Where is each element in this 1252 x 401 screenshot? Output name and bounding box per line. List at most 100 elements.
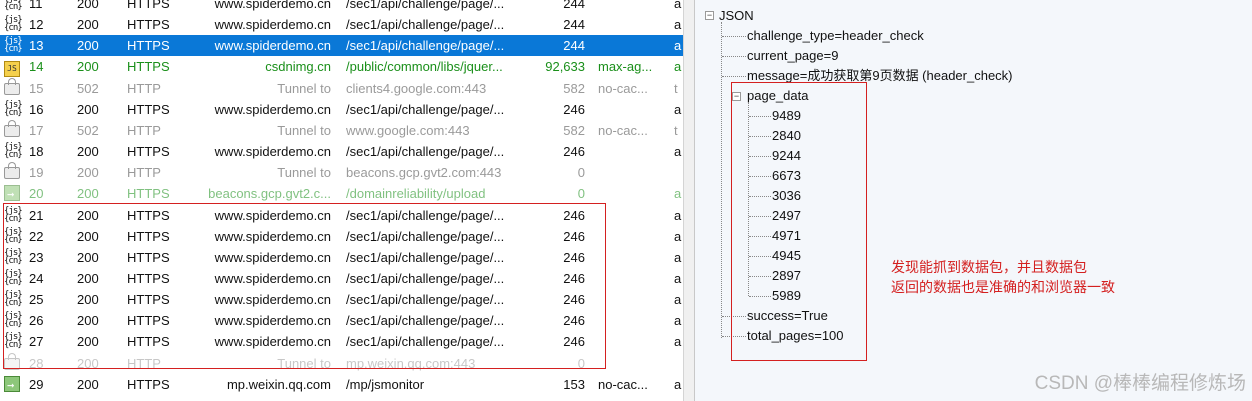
page-data-item[interactable]: 9489	[772, 106, 801, 126]
session-result: 200	[77, 313, 99, 329]
page-data-item[interactable]: 5989	[772, 286, 801, 306]
json-icon: {js}{cn}	[4, 268, 22, 287]
collapse-page-data-icon[interactable]: −	[732, 92, 741, 101]
session-host: www.spiderdemo.cn	[214, 207, 331, 223]
session-row[interactable]: {js} {cn} 16 200 HTTPS www.spiderdemo.cn/sec1…	[0, 99, 683, 120]
pane-splitter[interactable]	[683, 0, 695, 401]
session-host: www.spiderdemo.cn	[214, 249, 331, 265]
session-caching	[598, 183, 666, 204]
session-host: www.spiderdemo.cn	[214, 334, 331, 350]
session-content-type: a	[674, 0, 682, 11]
session-number: 22	[29, 228, 44, 244]
session-body-size: 244	[563, 38, 585, 54]
session-row[interactable]: {js} {cn} 23 200 HTTPS www.spiderdemo.cn/sec1…	[0, 247, 683, 268]
session-row[interactable]: {js} {cn} 25 200 HTTPS www.spiderdemo.cn/sec1…	[0, 289, 683, 310]
session-body-size: 246	[563, 228, 585, 244]
session-row[interactable]: {js} {cn} 18 200 HTTPS www.spiderdemo.cn/sec1…	[0, 141, 683, 162]
json-root-node[interactable]: JSON	[719, 6, 754, 26]
session-result: 200	[77, 59, 99, 75]
session-content-type	[674, 162, 683, 183]
page-data-item[interactable]: 6673	[772, 166, 801, 186]
session-list[interactable]: {js}{cn} 11 200 HTTPS www.spiderdemo.cn/sec1…	[0, 0, 683, 401]
session-body-size: 246	[563, 292, 585, 308]
session-caching	[598, 99, 666, 120]
session-caching	[598, 310, 666, 331]
session-body-size: 153	[563, 376, 585, 392]
session-row[interactable]: 28 200 HTTP Tunnel to mp.weixin.qq.com:443 0	[0, 352, 683, 374]
session-row[interactable]: 19 200 HTTP Tunnel to beacons.gcp.gvt2.com:4…	[0, 162, 683, 183]
session-body-size: 246	[563, 207, 585, 223]
session-result: 200	[77, 249, 99, 265]
session-protocol: HTTP	[127, 355, 161, 371]
collapse-json-icon[interactable]: −	[705, 11, 714, 20]
session-protocol: HTTPS	[127, 144, 170, 160]
annotation-note: 发现能抓到数据包，并且数据包 返回的数据也是准确的和浏览器一致	[891, 258, 1211, 298]
success-node[interactable]: success=True	[747, 306, 828, 326]
session-url: /mp/jsmonitor	[346, 376, 425, 392]
session-row[interactable]: 29 200 HTTPS mp.weixin.qq.com/mp/jsmonitor 1…	[0, 374, 683, 395]
session-row[interactable]: {js}{cn} 11 200 HTTPS www.spiderdemo.cn/sec1…	[0, 0, 683, 14]
session-url: /sec1/api/challenge/page/...	[346, 207, 505, 223]
page-data-item[interactable]: 9244	[772, 146, 801, 166]
session-number: 18	[29, 144, 44, 160]
page-data-item[interactable]: 2497	[772, 206, 801, 226]
json-icon: {js}{cn}	[4, 15, 22, 34]
session-host: beacons.gcp.gvt2.c...	[208, 186, 331, 202]
session-result: 200	[77, 355, 99, 371]
session-row[interactable]: {js} {cn} 12 200 HTTPS www.spiderdemo.cn/sec1…	[0, 14, 683, 35]
session-url: /sec1/api/challenge/page/...	[346, 249, 505, 265]
json-icon: {js}{cn}	[4, 142, 22, 161]
session-number: 16	[29, 101, 44, 117]
session-caching: max-ag...	[598, 59, 653, 75]
session-row[interactable]: {js} {cn} 24 200 HTTPS www.spiderdemo.cn/sec1…	[0, 268, 683, 289]
json-icon: {js}{cn}	[4, 332, 22, 351]
page-data-item[interactable]: 4945	[772, 246, 801, 266]
session-protocol: HTTPS	[127, 292, 170, 308]
session-row[interactable]: {js} {cn} 21 200 HTTPS www.spiderdemo.cn/sec1…	[0, 205, 683, 226]
session-content-type: a	[674, 249, 682, 265]
lock-icon	[4, 119, 20, 137]
page-data-item[interactable]: 3036	[772, 186, 801, 206]
session-protocol: HTTPS	[127, 38, 170, 54]
json-tree: − JSON challenge_type=header_check curre…	[695, 0, 1252, 401]
json-inspector-panel: − JSON challenge_type=header_check curre…	[695, 0, 1252, 401]
session-url: /sec1/api/challenge/page/...	[346, 270, 505, 286]
session-row[interactable]: JS 14 200 HTTPS csdnimg.cn/public/common/lib…	[0, 56, 683, 78]
session-host: www.spiderdemo.cn	[214, 101, 331, 117]
session-protocol: HTTPS	[127, 207, 170, 223]
arrow-icon	[4, 375, 20, 395]
session-content-type: a	[674, 207, 682, 223]
session-caching: no-cac...	[598, 80, 648, 96]
lock-icon	[4, 77, 20, 95]
session-row[interactable]: 15 502 HTTP Tunnel to clients4.google.com:44…	[0, 77, 683, 99]
annotation-line-1: 发现能抓到数据包，并且数据包	[891, 260, 1087, 276]
session-result: 200	[77, 334, 99, 350]
session-row[interactable]: 20 200 HTTPS beacons.gcp.gvt2.c... /domainre…	[0, 183, 683, 204]
challenge-type-node[interactable]: challenge_type=header_check	[747, 26, 924, 46]
session-result: 200	[77, 186, 99, 202]
session-row[interactable]: {js} {cn} 22 200 HTTPS www.spiderdemo.cn/sec1…	[0, 226, 683, 247]
session-row[interactable]: 17 502 HTTP Tunnel to www.google.com:443 582 n…	[0, 119, 683, 141]
session-host: Tunnel to	[277, 355, 331, 371]
session-result: 200	[77, 292, 99, 308]
page-data-item[interactable]: 2897	[772, 266, 801, 286]
session-row[interactable]: {js} {cn} 27 200 HTTPS www.spiderdemo.cn/sec1…	[0, 331, 683, 352]
current-page-node[interactable]: current_page=9	[747, 46, 838, 66]
session-content-type: a	[674, 334, 682, 350]
session-result: 200	[77, 0, 99, 11]
session-number: 29	[29, 376, 44, 392]
page-data-item[interactable]: 2840	[772, 126, 801, 146]
session-row[interactable]: {js} {cn} 26 200 HTTPS www.spiderdemo.cn/sec1…	[0, 310, 683, 331]
session-host: www.spiderdemo.cn	[214, 38, 331, 54]
message-node[interactable]: message=成功获取第9页数据 (header_check)	[747, 66, 1013, 86]
page-data-item[interactable]: 4971	[772, 226, 801, 246]
session-host: www.spiderdemo.cn	[214, 292, 331, 308]
session-result: 502	[77, 80, 99, 96]
session-number: 11	[29, 0, 43, 11]
total-pages-node[interactable]: total_pages=100	[747, 326, 844, 346]
session-result: 200	[77, 207, 99, 223]
page-data-node[interactable]: page_data	[747, 86, 808, 106]
session-result: 200	[77, 101, 99, 117]
session-row[interactable]: {js} {cn} 13 200 HTTPS www.spiderdemo.cn/sec1…	[0, 35, 683, 57]
session-host: csdnimg.cn	[265, 59, 331, 75]
